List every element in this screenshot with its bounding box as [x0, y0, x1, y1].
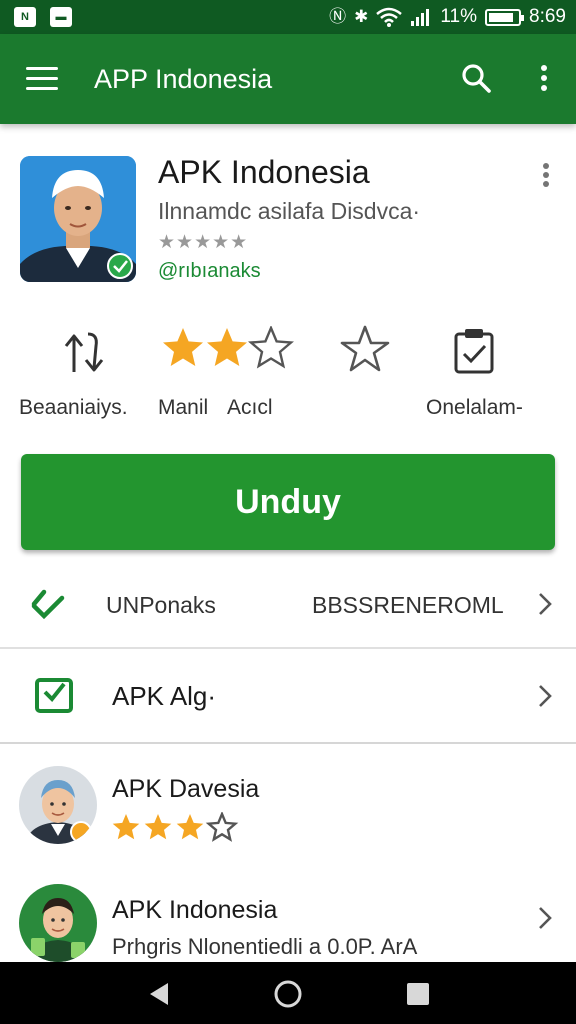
apk-row-label[interactable]: APK Alg·	[112, 680, 216, 712]
chevron-right-icon[interactable]	[538, 592, 552, 616]
app-avatar-icon[interactable]	[20, 156, 136, 282]
box-check-icon	[35, 678, 73, 713]
info-row-left: UNPonaks	[106, 592, 216, 618]
app-developer-link[interactable]: @rıbıanaks	[158, 258, 261, 284]
clock: 8:69	[529, 6, 566, 27]
star-outline-icon	[340, 325, 390, 372]
rating-star-filled	[163, 328, 203, 366]
review-name: APK Davesia	[112, 775, 260, 803]
clipboard-check-icon	[454, 329, 494, 374]
bluetooth-icon: ✱	[354, 7, 369, 26]
app-bar-title: APP Indonesia	[94, 64, 273, 94]
review-star-filled	[112, 814, 140, 840]
divider	[0, 647, 576, 649]
review-text: Prhgris Nlonentiedli a 0.0P. ArA	[112, 934, 418, 959]
rating-star-empty	[248, 326, 294, 369]
swap-icon	[64, 332, 104, 372]
app-rating-stars: ★★★★★	[158, 232, 249, 253]
stat-label-downloads: Beaaniaiys.	[19, 396, 128, 419]
download-button[interactable]: Unduy	[21, 454, 555, 550]
info-row-right[interactable]: BBSSRENEROML	[312, 590, 504, 620]
app-subtitle: Ilnnamdc asilafa Disdvca·	[158, 198, 421, 224]
chevron-right-icon[interactable]	[538, 906, 552, 930]
review-star-empty	[205, 812, 239, 842]
battery-fill	[489, 12, 513, 22]
chevron-right-icon[interactable]	[538, 684, 552, 708]
battery-percent: 11%	[440, 6, 478, 27]
status-bar: N ▬ Ⓝ ✱ 11% 8:69	[0, 0, 576, 34]
image-icon: ▬	[50, 7, 72, 27]
app-name: APK Indonesia	[158, 154, 370, 190]
battery-icon	[485, 8, 525, 26]
review-star-filled	[144, 814, 172, 840]
search-icon[interactable]	[460, 62, 492, 94]
user-avatar-green-icon[interactable]	[19, 884, 97, 962]
recents-icon[interactable]	[406, 982, 430, 1006]
nfc-icon: Ⓝ	[329, 7, 347, 26]
review-name: APK Indonesia	[112, 896, 278, 924]
rating-stars-icon	[163, 326, 294, 369]
back-icon[interactable]	[146, 981, 172, 1007]
refresh-check-icon	[31, 589, 65, 620]
rating-star-filled	[207, 328, 247, 366]
review-rating-stars	[112, 812, 239, 842]
more-vert-icon[interactable]	[536, 62, 552, 94]
home-icon[interactable]	[273, 979, 303, 1009]
card-more-icon[interactable]	[540, 161, 552, 189]
wifi-icon	[376, 7, 403, 27]
nav-bar	[0, 962, 576, 1024]
signal-icon	[411, 9, 430, 26]
app-bar: APP Indonesia	[0, 34, 576, 124]
notification-icon: N	[14, 7, 36, 27]
menu-icon[interactable]	[26, 67, 58, 91]
review-star-filled	[176, 814, 204, 840]
stat-label-rating: Manil	[158, 396, 209, 419]
stat-label-category: Acıcl	[227, 396, 273, 419]
user-avatar-icon[interactable]	[19, 766, 97, 844]
divider	[0, 742, 576, 744]
stat-label-content: Onelalam-	[426, 396, 523, 419]
